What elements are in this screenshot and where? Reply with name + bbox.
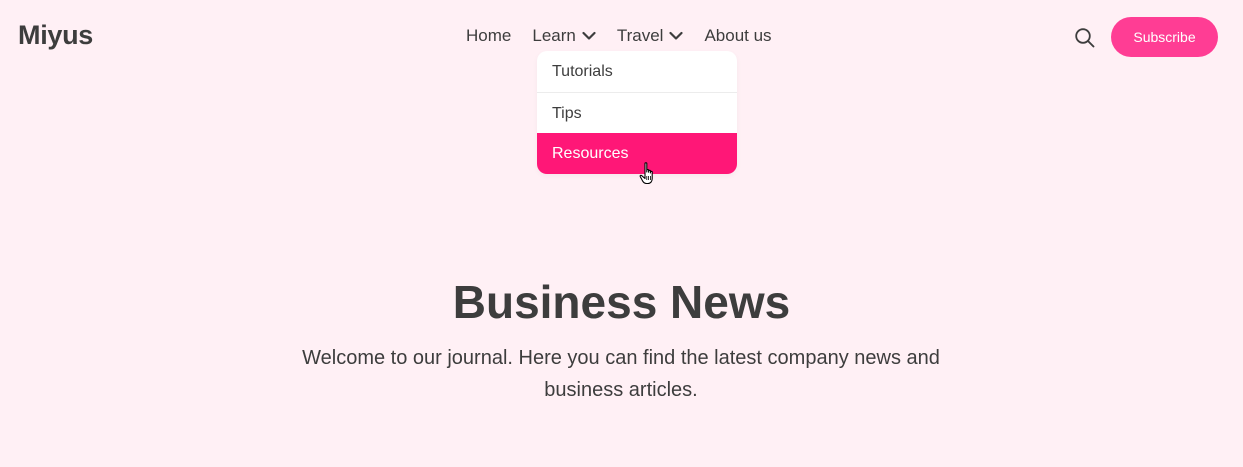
- nav-item-label: Travel: [616, 26, 664, 45]
- page: Miyus Home Learn Travel About us Tutoria…: [0, 0, 1243, 467]
- chevron-down-icon: [669, 31, 684, 41]
- nav-item-about-us[interactable]: About us: [704, 26, 771, 46]
- site-logo[interactable]: Miyus: [18, 20, 93, 51]
- dropdown-item-tips[interactable]: Tips: [537, 92, 737, 133]
- learn-dropdown-menu: Tutorials Tips Resources: [537, 51, 737, 174]
- dropdown-item-resources[interactable]: Resources: [537, 133, 737, 174]
- nav-item-travel[interactable]: Travel: [617, 26, 684, 46]
- nav-item-label: Learn: [532, 26, 576, 45]
- subscribe-button[interactable]: Subscribe: [1111, 17, 1218, 57]
- nav-item-label: About us: [704, 26, 772, 45]
- hand-cursor-icon: [639, 161, 659, 187]
- nav-item-label: Home: [466, 26, 512, 45]
- nav-item-learn[interactable]: Learn: [532, 26, 596, 46]
- search-icon[interactable]: [1074, 27, 1096, 49]
- dropdown-item-tutorials[interactable]: Tutorials: [537, 51, 737, 92]
- page-subtitle: Welcome to our journal. Here you can fin…: [302, 347, 940, 401]
- page-title: Business News: [452, 276, 791, 328]
- nav-item-home[interactable]: Home: [466, 26, 511, 46]
- chevron-down-icon: [582, 31, 596, 41]
- main-nav: Home Learn Travel About us: [466, 26, 772, 46]
